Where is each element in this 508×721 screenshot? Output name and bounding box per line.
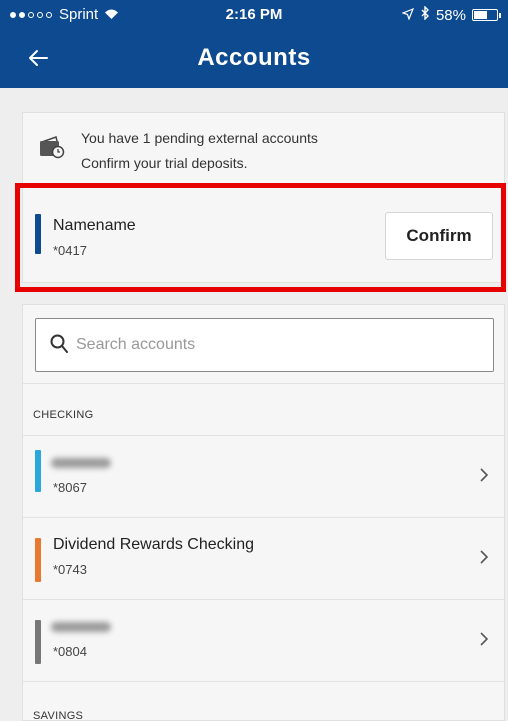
app-header: Sprint 2:16 PM 58% Accounts	[0, 0, 508, 88]
account-name-redacted	[51, 622, 111, 632]
divider	[23, 383, 504, 384]
search-icon	[50, 334, 68, 359]
search-input[interactable]	[76, 327, 476, 363]
section-label-checking: CHECKING	[33, 409, 94, 421]
account-row[interactable]: *8067	[23, 435, 504, 517]
account-row[interactable]: *0804	[23, 599, 504, 681]
confirm-button[interactable]: Confirm	[385, 212, 493, 260]
page-title: Accounts	[197, 44, 311, 71]
account-row[interactable]: Dividend Rewards Checking *0743	[23, 517, 504, 599]
chevron-right-icon	[480, 630, 489, 651]
nav-bar: Accounts	[0, 32, 508, 88]
status-bar: Sprint 2:16 PM 58%	[0, 0, 508, 32]
pending-notice-text: You have 1 pending external accounts	[81, 130, 318, 146]
account-color-bar	[35, 538, 41, 582]
accounts-card: CHECKING *8067 Dividend Rewards Checking…	[22, 304, 505, 721]
account-number: *0743	[53, 562, 87, 577]
account-color-bar	[35, 450, 41, 492]
battery-icon	[472, 9, 501, 21]
chevron-right-icon	[480, 548, 489, 569]
pending-notice-subtext: Confirm your trial deposits.	[81, 155, 248, 171]
pending-account-name: Namename	[53, 217, 136, 234]
section-header-row: SAVINGS	[23, 681, 504, 721]
section-label-savings: SAVINGS	[33, 710, 84, 721]
account-color-bar	[35, 214, 41, 254]
search-box[interactable]	[35, 318, 494, 372]
account-color-bar	[35, 620, 41, 664]
battery-percent: 58%	[435, 6, 466, 24]
pending-account-number: *0417	[53, 243, 87, 258]
account-name: Dividend Rewards Checking	[53, 536, 254, 553]
pending-account-row: Namename *0417 Confirm	[23, 185, 504, 283]
battery-fill	[474, 11, 487, 19]
account-number: *0804	[53, 644, 87, 659]
account-name-redacted	[51, 458, 111, 468]
bluetooth-icon	[420, 5, 430, 24]
location-icon	[401, 7, 415, 24]
status-right: 58%	[401, 5, 501, 24]
pending-notice: You have 1 pending external accounts Con…	[23, 113, 504, 185]
account-number: *8067	[53, 480, 87, 495]
chevron-right-icon	[480, 466, 489, 487]
wallet-clock-icon	[39, 135, 65, 164]
pending-accounts-card: You have 1 pending external accounts Con…	[22, 112, 505, 283]
